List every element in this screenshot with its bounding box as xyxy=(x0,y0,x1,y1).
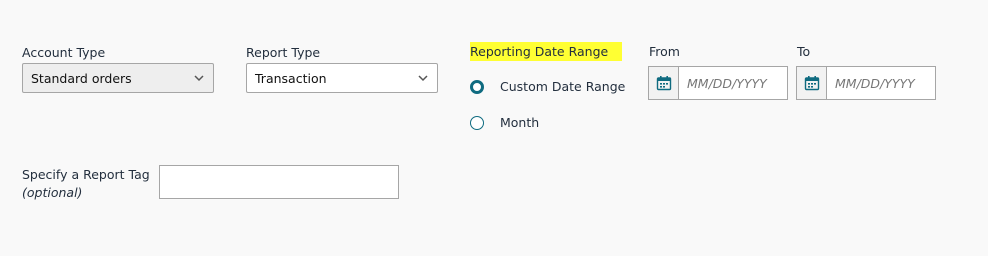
radio-month-label: Month xyxy=(500,115,540,130)
report-type-label: Report Type xyxy=(246,45,321,60)
to-label: To xyxy=(797,44,811,59)
account-type-select[interactable]: Standard orders xyxy=(22,63,214,93)
report-type-select[interactable]: Transaction xyxy=(246,63,438,93)
account-type-value: Standard orders xyxy=(31,70,132,86)
account-type-label: Account Type xyxy=(22,45,106,60)
report-tag-input[interactable] xyxy=(159,165,399,199)
report-type-value: Transaction xyxy=(255,70,327,86)
radio-custom-date-range[interactable]: Custom Date Range xyxy=(470,79,625,94)
to-date-input[interactable] xyxy=(827,67,935,99)
date-range-label: Reporting Date Range xyxy=(470,42,623,61)
report-tag-label: Specify a Report Tag xyxy=(22,167,150,182)
radio-custom-date-range-label: Custom Date Range xyxy=(500,79,626,94)
from-date-field[interactable] xyxy=(648,66,788,100)
to-date-field[interactable] xyxy=(796,66,936,100)
from-date-input[interactable] xyxy=(679,67,787,99)
report-tag-optional-label: (optional) xyxy=(22,185,83,200)
chevron-down-icon xyxy=(194,75,204,82)
from-label: From xyxy=(649,44,680,59)
calendar-icon[interactable] xyxy=(797,67,827,99)
radio-button-checked[interactable] xyxy=(470,79,484,94)
radio-month[interactable]: Month xyxy=(470,115,539,130)
date-range-label-text: Reporting Date Range xyxy=(470,42,623,61)
chevron-down-icon xyxy=(418,75,428,82)
radio-button-unchecked[interactable] xyxy=(470,115,484,130)
calendar-icon[interactable] xyxy=(649,67,679,99)
